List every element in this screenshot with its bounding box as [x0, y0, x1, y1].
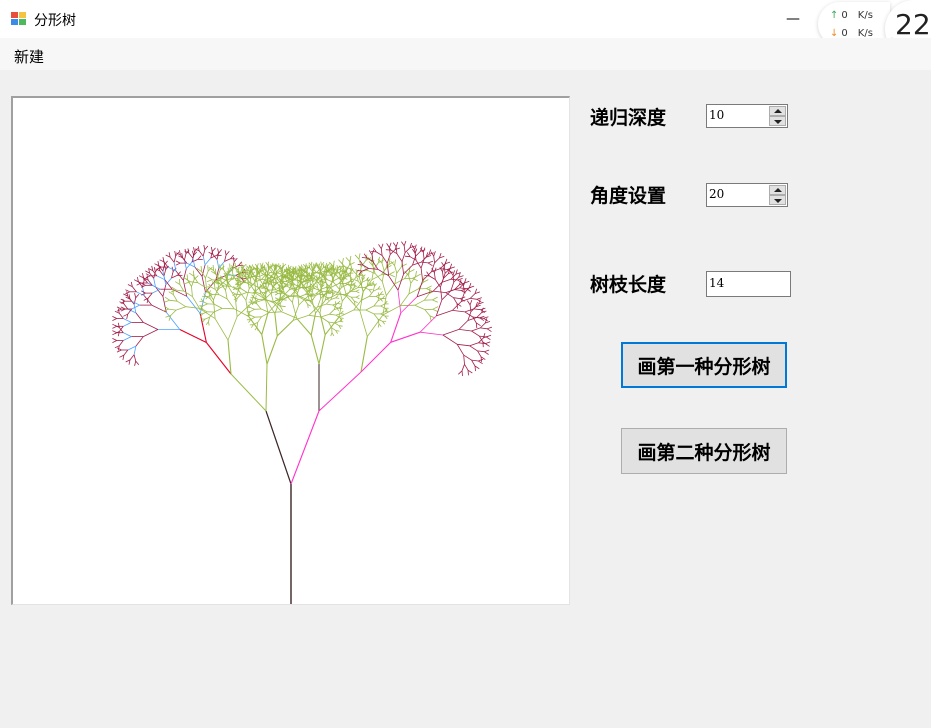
- angle-spinner[interactable]: 20: [706, 183, 788, 207]
- draw-second-tree-button[interactable]: 画第二种分形树: [621, 428, 787, 474]
- title-bar: 分形树 —: [0, 0, 931, 38]
- depth-value: 10: [709, 108, 725, 122]
- menu-item-new[interactable]: 新建: [14, 46, 44, 67]
- app-window: 分形树 — ↑ 0 K/s ↓ 0 K/s 22 新建 递归深度 10 角度设置 20: [0, 0, 931, 728]
- depth-spin-buttons: [769, 106, 786, 126]
- angle-decrement-button[interactable]: [769, 195, 786, 205]
- app-icon: [11, 12, 26, 25]
- depth-label: 递归深度: [590, 107, 667, 129]
- minimize-button[interactable]: —: [779, 6, 807, 32]
- tree-branches: [112, 240, 493, 604]
- angle-label: 角度设置: [590, 185, 667, 207]
- upload-value: 0: [841, 10, 848, 21]
- depth-decrement-button[interactable]: [769, 116, 786, 126]
- upload-speed: ↑ 0 K/s: [830, 10, 873, 21]
- fractal-tree-drawing: [112, 240, 493, 604]
- branch-length-input[interactable]: 14: [706, 271, 791, 297]
- menu-bar: 新建: [0, 38, 931, 70]
- window-title: 分形树: [34, 13, 76, 29]
- angle-spin-buttons: [769, 185, 786, 205]
- angle-value: 20: [709, 187, 725, 201]
- depth-spinner[interactable]: 10: [706, 104, 788, 128]
- upload-unit: K/s: [857, 10, 873, 21]
- upload-arrow-icon: ↑: [830, 10, 839, 21]
- draw-first-tree-button[interactable]: 画第一种分形树: [621, 342, 787, 388]
- branch-length-label: 树枝长度: [590, 274, 667, 296]
- depth-increment-button[interactable]: [769, 106, 786, 116]
- angle-increment-button[interactable]: [769, 185, 786, 195]
- drawing-canvas[interactable]: [11, 96, 570, 605]
